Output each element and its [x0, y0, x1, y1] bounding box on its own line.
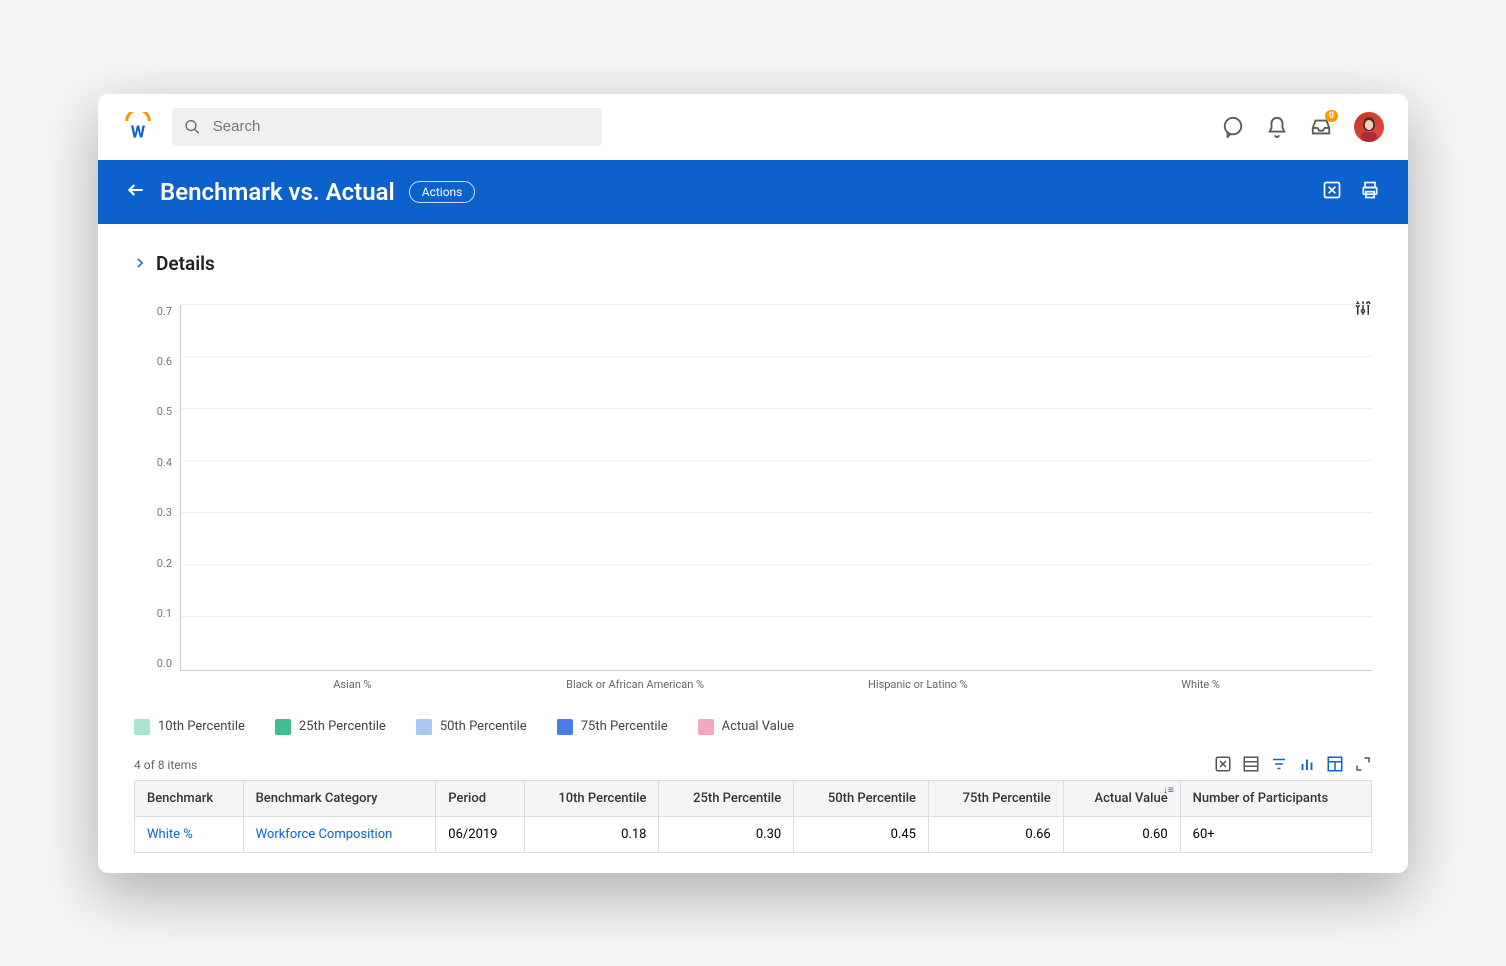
chart-category-label: Asian % — [333, 678, 371, 691]
table-cell: 0.66 — [928, 816, 1063, 852]
page-header-bar: Benchmark vs. Actual Actions — [98, 160, 1408, 224]
legend-label: 50th Percentile — [440, 719, 527, 734]
chat-icon[interactable] — [1222, 116, 1244, 138]
legend-item[interactable]: 10th Percentile — [134, 719, 245, 735]
table-cell[interactable]: White % — [135, 816, 244, 852]
y-tick-label: 0.2 — [134, 557, 172, 570]
table-header-cell[interactable]: 25th Percentile — [659, 780, 794, 816]
chart-plot: Asian %Black or African American %Hispan… — [180, 305, 1372, 671]
topbar: W 0 — [98, 94, 1408, 160]
table-header-cell[interactable]: 50th Percentile — [794, 780, 929, 816]
table-toolbar: 4 of 8 items — [134, 751, 1372, 780]
y-tick-label: 0.5 — [134, 405, 172, 418]
chevron-right-icon — [134, 254, 146, 273]
table-export-excel-icon[interactable] — [1214, 755, 1232, 776]
legend-label: 75th Percentile — [581, 719, 668, 734]
table-cell: 0.60 — [1063, 816, 1180, 852]
y-tick-label: 0.1 — [134, 607, 172, 620]
legend-swatch — [698, 719, 714, 735]
table-columns-icon[interactable] — [1326, 755, 1344, 776]
search-box[interactable] — [172, 108, 602, 146]
y-tick-label: 0.4 — [134, 456, 172, 469]
y-tick-label: 0.0 — [134, 657, 172, 670]
table-cell: 0.45 — [794, 816, 929, 852]
details-header[interactable]: Details — [134, 252, 1372, 275]
legend-swatch — [416, 719, 432, 735]
table-header-cell[interactable]: 75th Percentile — [928, 780, 1063, 816]
search-input[interactable] — [211, 117, 590, 136]
legend-swatch — [275, 719, 291, 735]
table-header-cell[interactable]: Benchmark — [135, 780, 244, 816]
y-tick-label: 0.3 — [134, 506, 172, 519]
table-count-text: 4 of 8 items — [134, 758, 197, 772]
table-cell: 06/2019 — [436, 816, 524, 852]
back-arrow-icon[interactable] — [126, 180, 146, 204]
table-chart-icon[interactable] — [1298, 755, 1316, 776]
legend-item[interactable]: 25th Percentile — [275, 719, 386, 735]
inbox-icon[interactable]: 0 — [1310, 116, 1332, 138]
legend-item[interactable]: Actual Value — [698, 719, 794, 735]
search-icon — [184, 118, 201, 136]
table-expand-icon[interactable] — [1354, 755, 1372, 776]
legend-swatch — [134, 719, 150, 735]
chart-category-label: White % — [1181, 678, 1220, 691]
table-grid-icon[interactable] — [1242, 755, 1260, 776]
table-filter-icon[interactable] — [1270, 755, 1288, 776]
actions-button[interactable]: Actions — [409, 181, 476, 203]
workday-logo[interactable]: W — [122, 111, 154, 143]
legend-item[interactable]: 50th Percentile — [416, 719, 527, 735]
table-row: White %Workforce Composition06/20190.180… — [135, 816, 1372, 852]
print-icon[interactable] — [1360, 180, 1380, 204]
table-cell[interactable]: Workforce Composition — [243, 816, 436, 852]
page-title: Benchmark vs. Actual — [160, 178, 395, 206]
sort-indicator-icon: ↓≡ — [1163, 785, 1174, 796]
y-tick-label: 0.7 — [134, 305, 172, 318]
table-header-cell[interactable]: Number of Participants — [1180, 780, 1371, 816]
avatar[interactable] — [1354, 112, 1384, 142]
legend-label: 10th Percentile — [158, 719, 245, 734]
svg-text:W: W — [131, 123, 146, 142]
legend-item[interactable]: 75th Percentile — [557, 719, 668, 735]
table-header-cell[interactable]: Benchmark Category — [243, 780, 436, 816]
chart-legend: 10th Percentile 25th Percentile 50th Perce… — [134, 707, 1372, 751]
content-area: Details 0.0 0.1 0.2 0.3 0.4 0.5 0.6 0.7 Asian %… — [98, 224, 1408, 873]
table-cell: 0.30 — [659, 816, 794, 852]
chart-category-label: Black or African American % — [566, 678, 704, 691]
table-cell: 60+ — [1180, 816, 1371, 852]
chart-category-label: Hispanic or Latino % — [868, 678, 968, 691]
legend-label: 25th Percentile — [299, 719, 386, 734]
app-window: W 0 Benchmark vs. — [98, 94, 1408, 873]
table-header-cell[interactable]: 10th Percentile — [524, 780, 659, 816]
details-heading: Details — [156, 252, 215, 275]
table-cell: 0.18 — [524, 816, 659, 852]
legend-label: Actual Value — [722, 719, 794, 734]
topbar-icons: 0 — [1222, 112, 1384, 142]
chart: 0.00.10.20.30.40.50.60.7 Asian %Black or… — [134, 305, 1372, 751]
legend-swatch — [557, 719, 573, 735]
chart-y-axis: 0.0 0.1 0.2 0.3 0.4 0.5 0.6 0.7 — [134, 305, 180, 695]
export-excel-icon[interactable] — [1322, 180, 1342, 204]
inbox-badge: 0 — [1325, 110, 1338, 122]
y-tick-label: 0.6 — [134, 355, 172, 368]
data-table: BenchmarkBenchmark CategoryPeriod10th Pe… — [134, 780, 1372, 853]
table-header-cell[interactable]: Period — [436, 780, 524, 816]
table-header-cell[interactable]: Actual Value↓≡ — [1063, 780, 1180, 816]
bell-icon[interactable] — [1266, 116, 1288, 138]
